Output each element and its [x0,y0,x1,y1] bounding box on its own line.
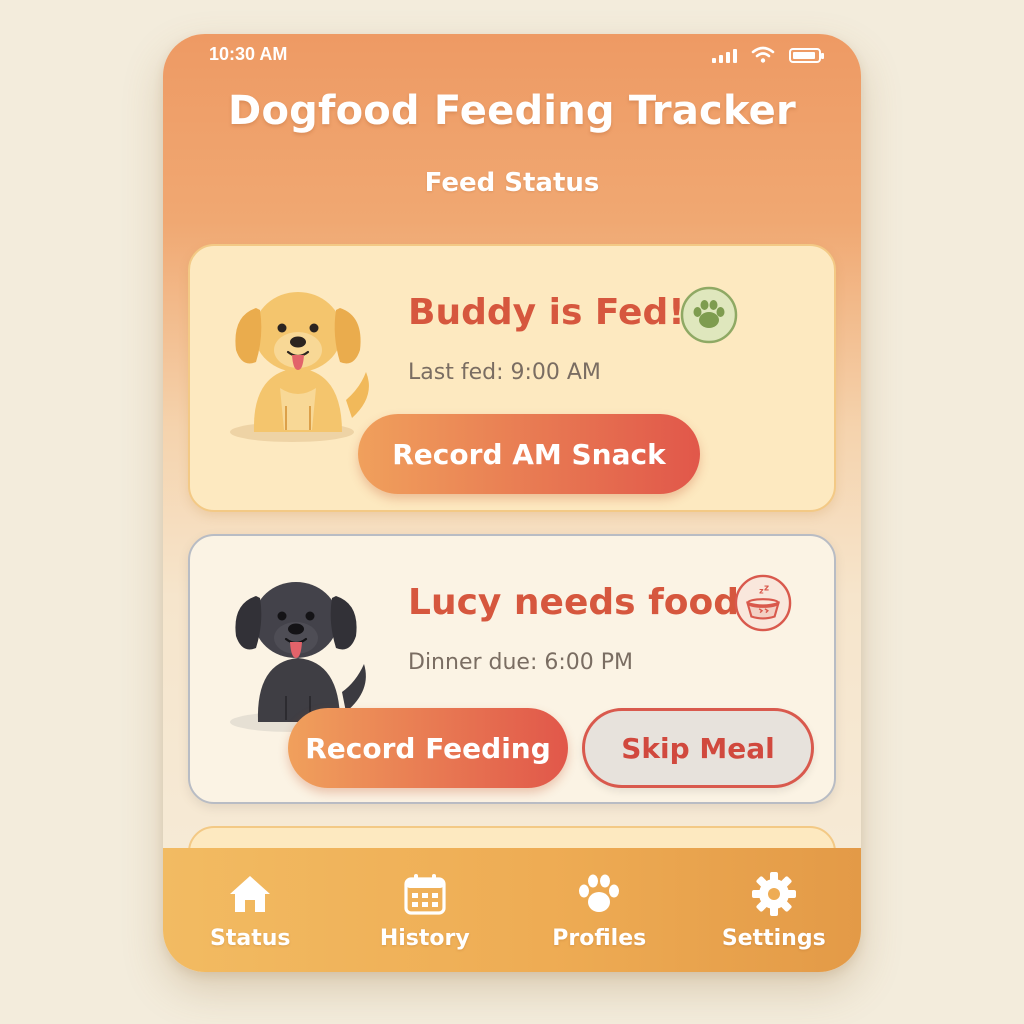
card-subtitle: Last fed: 9:00 AM [408,360,601,385]
nav-item-history[interactable]: History [345,870,505,951]
status-time: 10:30 AM [209,44,288,64]
empty-bowl-icon: z z [734,574,792,632]
svg-text:z: z [764,583,769,593]
bottom-nav: Status History Profiles Settings [163,848,861,972]
nav-label: Profiles [552,925,647,951]
nav-label: Status [210,925,291,951]
app-title: Dogfood Feeding Tracker [228,88,796,134]
skip-meal-button[interactable]: Skip Meal [582,708,814,788]
status-bar: 10:30 AM [163,34,861,78]
nav-item-status[interactable]: Status [170,870,330,951]
section-title: Feed Status [424,168,600,198]
golden-dog-illustration [230,292,369,442]
record-feeding-button[interactable]: Record Feeding [288,708,568,788]
card-title: Lucy needs food [408,582,739,623]
paw-icon [579,874,620,912]
record-am-snack-button[interactable]: Record AM Snack [358,414,700,494]
dog-card-lucy: Lucy needs food z z Dinner due: 6:00 PM … [188,534,836,804]
phone-screen: 10:30 AM Dogfood Feeding Tracker Feed St… [163,34,861,972]
card-subtitle: Dinner due: 6:00 PM [408,650,634,675]
nav-label: Settings [721,925,826,951]
battery-icon [789,47,824,63]
calendar-icon [404,873,446,915]
gear-icon [751,871,796,916]
dog-card-buddy: Buddy is Fed! Last fed: 9:00 AM Record A… [188,244,836,512]
signal-icon [712,47,737,63]
status-icons [712,46,824,64]
home-icon [230,875,271,912]
card-title: Buddy is Fed! [408,292,685,333]
paw-icon [680,286,738,344]
wifi-icon [751,46,775,63]
nav-item-settings[interactable]: Settings [694,870,854,951]
nav-item-profiles[interactable]: Profiles [519,870,679,951]
nav-label: History [379,925,470,951]
